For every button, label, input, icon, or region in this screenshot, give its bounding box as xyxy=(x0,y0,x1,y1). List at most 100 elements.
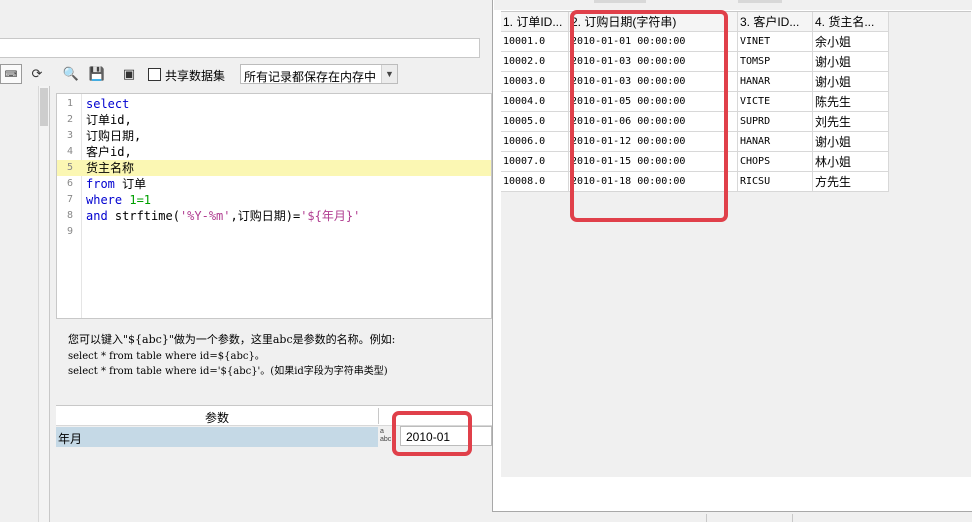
sql-number: 1=1 xyxy=(129,193,152,207)
code-line[interactable]: 6 from 订单 xyxy=(57,176,491,192)
sql-code-editor[interactable]: 1 select 2 订单id, 3 订购日期, 4 客户id, 5 货主名称 6 from 订单 7 w… xyxy=(56,93,492,319)
database-icon[interactable]: ▣ xyxy=(118,64,140,84)
code-text: 货主名称 xyxy=(86,160,134,176)
parameter-hint: 您可以键入"${abc}"做为一个参数，这里abc是参数的名称。例如: sele… xyxy=(56,320,492,404)
table-cell[interactable]: 谢小姐 xyxy=(813,52,889,72)
text-type-icon: a abc xyxy=(380,428,392,443)
parameter-column-header: 参数 xyxy=(204,411,229,425)
line-number: 3 xyxy=(66,130,73,141)
status-segment xyxy=(792,514,932,522)
line-number: 9 xyxy=(66,226,73,237)
sql-token: 订购日期, xyxy=(86,129,142,143)
sql-toolbar: 🔍 💾 ▣ 共享数据集 所有记录都保存在内存中 ▼ xyxy=(56,62,492,86)
save-icon[interactable]: 💾 xyxy=(86,64,108,84)
table-cell[interactable]: 谢小姐 xyxy=(813,72,889,92)
table-cell[interactable]: VINET xyxy=(738,32,813,52)
table-cell[interactable]: HANAR xyxy=(738,72,813,92)
hint-line-3: select * from table where id='${abc}'。(如… xyxy=(68,366,388,377)
storage-mode-value: 所有记录都保存在内存中 xyxy=(244,70,377,84)
code-line[interactable]: 5 货主名称 xyxy=(57,160,491,176)
toolbar-stub xyxy=(738,0,782,3)
code-text: 订购日期, xyxy=(86,128,141,144)
code-line[interactable]: 7 where 1=1 xyxy=(57,192,491,208)
refresh-icon[interactable]: ⟳ xyxy=(26,64,48,84)
table-cell[interactable]: 10001.0 xyxy=(501,32,569,52)
order-date-annotation xyxy=(570,10,728,222)
table-cell[interactable]: 林小姐 xyxy=(813,152,889,172)
share-dataset-label: 共享数据集 xyxy=(165,69,226,83)
sql-string: '%Y-%m' xyxy=(179,209,231,223)
column-header[interactable]: 1. 订单ID... xyxy=(501,12,569,32)
line-number: 6 xyxy=(66,178,73,189)
scrollbar-thumb[interactable] xyxy=(40,88,48,126)
line-number: 5 xyxy=(66,162,73,173)
table-cell[interactable]: CHOPS xyxy=(738,152,813,172)
parameter-name: 年月 xyxy=(58,432,83,446)
sql-token: 订单 xyxy=(114,177,147,191)
status-segment xyxy=(706,514,792,522)
path-input[interactable] xyxy=(0,38,480,58)
column-header[interactable]: 3. 客户ID... xyxy=(738,12,813,32)
sql-token: 订单id, xyxy=(86,113,132,127)
table-cell[interactable]: VICTE xyxy=(738,92,813,112)
line-number: 4 xyxy=(66,146,73,157)
sql-token: 客户id, xyxy=(86,145,132,159)
code-text: from 订单 xyxy=(86,176,146,192)
code-text: select xyxy=(86,96,129,112)
result-window: 1. 订单ID... 2. 订购日期(字符串) 3. 客户ID... 4. 货主名..… xyxy=(492,0,972,512)
table-cell[interactable]: 10005.0 xyxy=(501,112,569,132)
table-cell[interactable]: 10006.0 xyxy=(501,132,569,152)
code-line[interactable]: 4 客户id, xyxy=(57,144,491,160)
column-header[interactable]: 4. 货主名... xyxy=(813,12,889,32)
sql-keyword: select xyxy=(86,97,130,111)
table-cell[interactable]: SUPRD xyxy=(738,112,813,132)
table-cell[interactable]: 10008.0 xyxy=(501,172,569,192)
table-cell[interactable]: 谢小姐 xyxy=(813,132,889,152)
table-cell[interactable]: 10007.0 xyxy=(501,152,569,172)
toolbar-stub xyxy=(594,0,646,3)
table-cell[interactable]: HANAR xyxy=(738,132,813,152)
table-cell[interactable]: RICSU xyxy=(738,172,813,192)
line-number: 8 xyxy=(66,210,73,221)
line-number: 2 xyxy=(66,114,73,125)
sql-keyword: and xyxy=(86,209,108,223)
sql-token: strftime( xyxy=(107,209,180,223)
parameter-row[interactable]: 年月 xyxy=(56,427,378,447)
chevron-down-icon[interactable]: ▼ xyxy=(381,65,397,83)
table-cell[interactable]: 10003.0 xyxy=(501,72,569,92)
navigator-scrollbar[interactable] xyxy=(38,86,49,522)
table-cell[interactable]: 10004.0 xyxy=(501,92,569,112)
hint-line-2: select * from table where id=${abc}。 xyxy=(68,351,265,362)
code-text: where 1=1 xyxy=(86,192,151,208)
sql-string: '${年月}' xyxy=(300,209,361,223)
keyboard-icon[interactable]: ⌨ xyxy=(0,64,22,84)
hint-line-1: 您可以键入"${abc}"做为一个参数，这里abc是参数的名称。例如: xyxy=(68,333,396,346)
column-divider xyxy=(378,408,379,424)
code-line[interactable]: 2 订单id, xyxy=(57,112,491,128)
share-dataset-checkbox[interactable] xyxy=(148,68,161,81)
line-number: 1 xyxy=(66,98,73,109)
code-text: 订单id, xyxy=(86,112,132,128)
code-text: 客户id, xyxy=(86,144,132,160)
code-line[interactable]: 3 订购日期, xyxy=(57,128,491,144)
sql-token: ,订购日期)= xyxy=(230,209,301,223)
storage-mode-select[interactable]: 所有记录都保存在内存中 ▼ xyxy=(240,64,398,84)
line-number: 7 xyxy=(66,194,73,205)
table-cell[interactable]: 陈先生 xyxy=(813,92,889,112)
table-cell[interactable]: 余小姐 xyxy=(813,32,889,52)
code-text: and strftime('%Y-%m',订购日期)='${年月}' xyxy=(86,208,360,224)
preview-icon[interactable]: 🔍 xyxy=(60,64,82,84)
sql-keyword: where xyxy=(86,193,123,207)
sql-token: 货主名称 xyxy=(86,161,135,175)
code-line[interactable]: 8 and strftime('%Y-%m',订购日期)='${年月}' xyxy=(57,208,491,224)
sql-keyword: from xyxy=(86,177,115,191)
table-cell[interactable]: TOMSP xyxy=(738,52,813,72)
code-line[interactable]: 9 xyxy=(57,224,491,240)
table-cell[interactable]: 刘先生 xyxy=(813,112,889,132)
result-toolbar-strip xyxy=(494,0,972,10)
code-line[interactable]: 1 select xyxy=(57,96,491,112)
left-toolbar: ⌨ ⟳ xyxy=(0,62,56,86)
table-cell[interactable]: 方先生 xyxy=(813,172,889,192)
parameter-value-annotation xyxy=(392,411,472,456)
table-cell[interactable]: 10002.0 xyxy=(501,52,569,72)
